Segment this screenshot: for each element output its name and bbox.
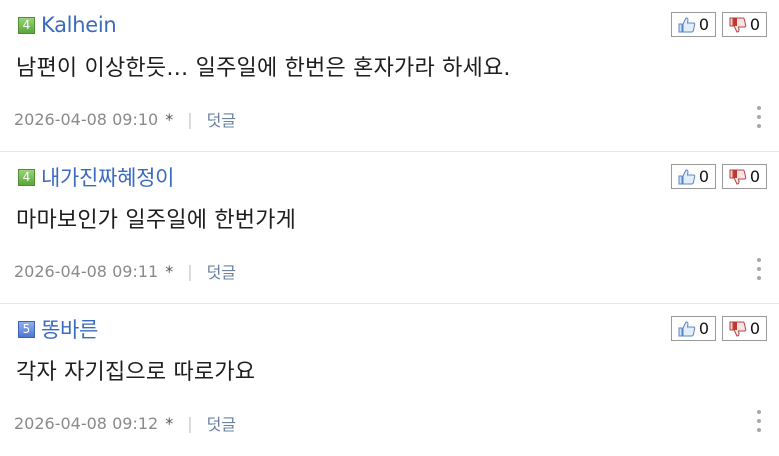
vote-buttons: 0 0 xyxy=(671,164,767,189)
star-mark[interactable]: * xyxy=(165,110,173,129)
like-button[interactable]: 0 xyxy=(671,12,716,37)
comment-text: 남편이 이상한듯… 일주일에 한번은 혼자가라 하세요. xyxy=(16,56,511,81)
comment-meta: 2026-04-08 09:11 * | 덧글 xyxy=(14,259,236,283)
meta-separator: | xyxy=(187,109,193,129)
dislike-button[interactable]: 0 xyxy=(722,316,767,341)
comment-author: 5 똥바른 xyxy=(18,316,98,342)
level-badge: 5 xyxy=(18,320,35,338)
star-mark[interactable]: * xyxy=(165,262,173,281)
dislike-count: 0 xyxy=(749,15,761,34)
star-mark[interactable]: * xyxy=(165,414,173,433)
author-nickname[interactable]: 똥바른 xyxy=(41,314,98,344)
reply-link[interactable]: 덧글 xyxy=(207,107,236,131)
meta-separator: | xyxy=(187,413,193,433)
dislike-button[interactable]: 0 xyxy=(722,164,767,189)
meta-separator: | xyxy=(187,261,193,281)
like-button[interactable]: 0 xyxy=(671,164,716,189)
like-button[interactable]: 0 xyxy=(671,316,716,341)
more-options-icon[interactable] xyxy=(755,258,763,280)
dislike-count: 0 xyxy=(749,319,761,338)
thumbs-down-icon xyxy=(729,169,747,185)
dislike-count: 0 xyxy=(749,167,761,186)
thumbs-up-icon xyxy=(678,16,696,32)
like-count: 0 xyxy=(698,319,710,338)
vote-buttons: 0 0 xyxy=(671,316,767,341)
author-nickname[interactable]: 내가진짜혜정이 xyxy=(41,162,174,192)
comment-item: 5 똥바른 0 0 각자 자기집으로 따로가요 2026-04-08 09:12… xyxy=(0,304,779,456)
comment-author: 4 Kalhein xyxy=(18,12,117,38)
more-options-icon[interactable] xyxy=(755,410,763,432)
dislike-button[interactable]: 0 xyxy=(722,12,767,37)
like-count: 0 xyxy=(698,15,710,34)
reply-link[interactable]: 덧글 xyxy=(207,411,236,435)
thumbs-up-icon xyxy=(678,168,696,184)
comment-datetime: 2026-04-08 09:12 xyxy=(14,413,159,433)
more-options-icon[interactable] xyxy=(755,106,763,128)
comment-datetime: 2026-04-08 09:11 xyxy=(14,261,159,281)
comment-text: 마마보인가 일주일에 한번가게 xyxy=(16,208,297,233)
author-nickname[interactable]: Kalhein xyxy=(41,13,117,37)
comment-list: 4 Kalhein 0 0 남편이 이상한듯… 일주일에 한번은 혼자가라 하세 xyxy=(0,0,779,456)
comment-text: 각자 자기집으로 따로가요 xyxy=(16,360,256,385)
comment-datetime: 2026-04-08 09:10 xyxy=(14,109,159,129)
level-badge: 4 xyxy=(18,168,35,186)
thumbs-down-icon xyxy=(729,321,747,337)
vote-buttons: 0 0 xyxy=(671,12,767,37)
reply-link[interactable]: 덧글 xyxy=(207,259,236,283)
comment-meta: 2026-04-08 09:10 * | 덧글 xyxy=(14,107,236,131)
thumbs-down-icon xyxy=(729,17,747,33)
comment-meta: 2026-04-08 09:12 * | 덧글 xyxy=(14,411,236,435)
comment-item: 4 내가진짜혜정이 0 0 마마보인가 일주일에 한번가게 2026-04-08… xyxy=(0,152,779,304)
level-badge: 4 xyxy=(18,16,35,34)
like-count: 0 xyxy=(698,167,710,186)
comment-author: 4 내가진짜혜정이 xyxy=(18,164,174,190)
comment-item: 4 Kalhein 0 0 남편이 이상한듯… 일주일에 한번은 혼자가라 하세 xyxy=(0,0,779,152)
thumbs-up-icon xyxy=(678,320,696,336)
